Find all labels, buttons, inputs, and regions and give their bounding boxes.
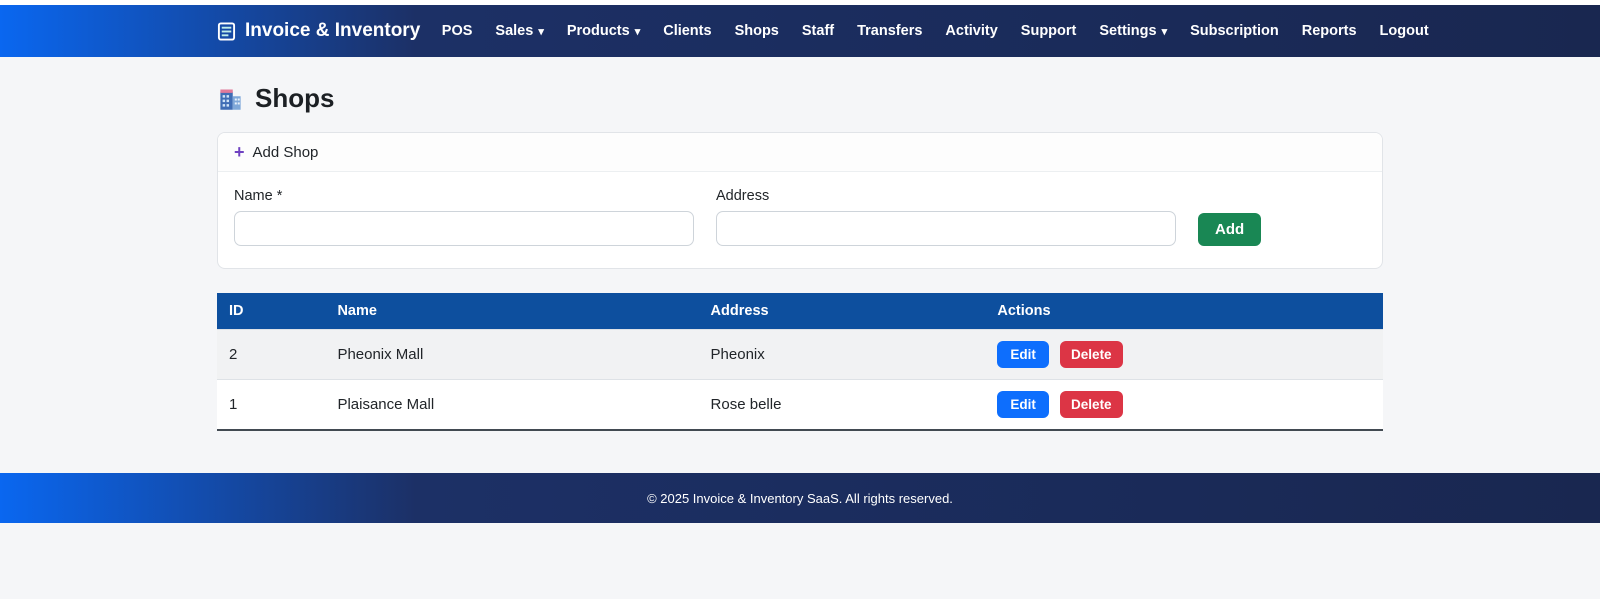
edit-button[interactable]: Edit	[997, 391, 1049, 418]
name-label: Name *	[234, 188, 283, 204]
main-navbar: Invoice & Inventory POS Sales ▾ Products ▾…	[0, 5, 1600, 57]
nav-item-settings[interactable]: Settings ▾	[1088, 15, 1179, 47]
cell-address: Pheonix	[698, 329, 986, 380]
page-title-text: Shops	[255, 83, 335, 113]
nav-item-reports[interactable]: Reports	[1290, 15, 1368, 47]
chevron-down-icon: ▾	[538, 25, 544, 38]
chevron-down-icon: ▾	[634, 25, 641, 38]
cell-actions: Edit Delete	[985, 329, 1383, 380]
add-shop-card: + Add Shop Name * Address Add	[217, 132, 1383, 269]
edit-button[interactable]: Edit	[997, 341, 1049, 368]
page-footer: © 2025 Invoice & Inventory SaaS. All rig…	[0, 473, 1600, 523]
shops-building-icon	[217, 85, 244, 112]
table-header-row: ID Name Address Actions	[217, 293, 1383, 330]
nav-item-shops[interactable]: Shops	[723, 15, 790, 47]
plus-icon: +	[234, 142, 245, 162]
nav-item-clients[interactable]: Clients	[652, 15, 723, 47]
main-content: Shops + Add Shop Name * Address Add ID N…	[217, 83, 1383, 431]
table-row: 1 Plaisance Mall Rose belle Edit Delete	[217, 379, 1383, 430]
delete-button[interactable]: Delete	[1060, 391, 1123, 418]
delete-button[interactable]: Delete	[1060, 341, 1123, 368]
nav-item-products[interactable]: Products ▾	[555, 15, 651, 47]
table-row: 2 Pheonix Mall Pheonix Edit Delete	[217, 329, 1383, 380]
add-shop-card-header: + Add Shop	[218, 133, 1382, 172]
cell-id: 2	[217, 329, 326, 380]
shops-table: ID Name Address Actions 2 Pheonix Mall P…	[217, 293, 1383, 431]
nav-item-staff[interactable]: Staff	[790, 15, 845, 47]
column-header-id: ID	[217, 293, 326, 330]
nav-item-activity[interactable]: Activity	[934, 15, 1009, 47]
chevron-down-icon: ▾	[1161, 25, 1168, 38]
cell-id: 1	[217, 379, 326, 430]
address-field[interactable]	[716, 211, 1176, 246]
column-header-address: Address	[698, 293, 986, 330]
add-button[interactable]: Add	[1198, 213, 1262, 246]
column-header-actions: Actions	[985, 293, 1383, 330]
brand[interactable]: Invoice & Inventory	[217, 20, 420, 42]
nav-item-sales[interactable]: Sales ▾	[484, 15, 555, 47]
footer-copyright: © 2025 Invoice & Inventory SaaS. All rig…	[647, 490, 953, 506]
cell-name: Plaisance Mall	[325, 379, 699, 430]
brand-title: Invoice & Inventory	[245, 20, 421, 41]
nav-item-pos[interactable]: POS	[430, 15, 484, 47]
name-field[interactable]	[234, 211, 694, 246]
page-title: Shops	[217, 83, 1383, 114]
address-label: Address	[716, 188, 770, 204]
column-header-name: Name	[325, 293, 699, 330]
cell-actions: Edit Delete	[985, 379, 1383, 430]
cell-name: Pheonix Mall	[325, 329, 699, 380]
nav-links: POS Sales ▾ Products ▾ Clients Shops Staff…	[430, 15, 1440, 47]
add-shop-card-body: Name * Address Add	[218, 172, 1382, 268]
brand-invoice-icon	[217, 21, 236, 41]
cell-address: Rose belle	[698, 379, 986, 430]
nav-item-subscription[interactable]: Subscription	[1179, 15, 1291, 47]
nav-item-logout[interactable]: Logout	[1368, 15, 1440, 47]
nav-item-transfers[interactable]: Transfers	[846, 15, 934, 47]
nav-item-support[interactable]: Support	[1009, 15, 1088, 47]
add-shop-card-title: Add Shop	[252, 143, 319, 161]
